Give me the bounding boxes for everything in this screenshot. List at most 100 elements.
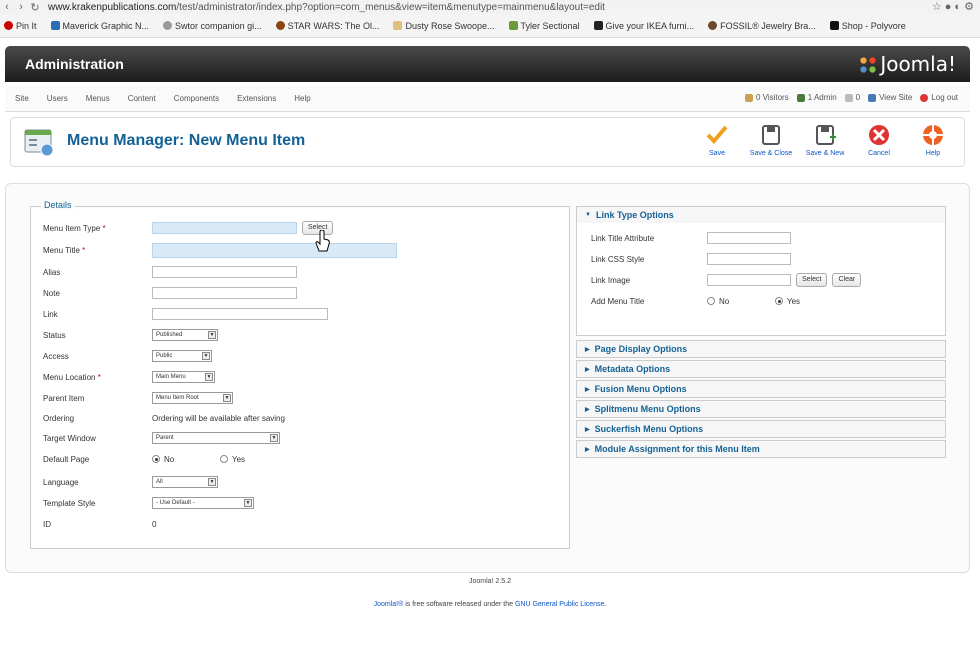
- add-menu-title-no[interactable]: No: [707, 296, 775, 306]
- page-title: Menu Manager: New Menu Item: [67, 132, 306, 149]
- help-button[interactable]: Help: [908, 124, 958, 157]
- link-image-clear-button[interactable]: Clear: [832, 273, 862, 287]
- star-icon[interactable]: ☆ ● ◐ ⚙: [932, 0, 974, 13]
- metadata-options-panel[interactable]: ▶ Metadata Options: [576, 360, 946, 378]
- bookmarks-bar: Pin It Maverick Graphic N... Swtor compa…: [0, 14, 980, 38]
- id-row: ID 0: [43, 519, 157, 529]
- messages-status[interactable]: 0: [844, 93, 860, 102]
- add-menu-title-row: Add Menu Title No Yes: [591, 296, 801, 307]
- bookmark-item[interactable]: FOSSIL® Jewelry Bra...: [708, 21, 816, 31]
- collapsed-triangle-icon: ▶: [585, 386, 590, 393]
- module-assignment-panel[interactable]: ▶ Module Assignment for this Menu Item: [576, 440, 946, 458]
- url-field[interactable]: www.krakenpublications.com/test/administ…: [48, 2, 605, 13]
- menu-site[interactable]: Site: [15, 94, 29, 103]
- logout-icon: [920, 93, 929, 102]
- menu-menus[interactable]: Menus: [86, 94, 110, 103]
- ordering-note: Ordering will be available after saving: [152, 413, 285, 423]
- bookmark-icon: [829, 21, 839, 30]
- admin-menubar: Site Users Menus Content Components Exte…: [5, 86, 970, 112]
- fusion-menu-options-panel[interactable]: ▶ Fusion Menu Options: [576, 380, 946, 398]
- parent-item-row: Parent Item Menu Item Root ▼: [43, 391, 233, 405]
- joomla-link[interactable]: Joomla!®: [374, 601, 404, 608]
- bookmark-item[interactable]: Pin It: [4, 21, 37, 31]
- menu-components[interactable]: Components: [174, 94, 219, 103]
- view-site-link[interactable]: View Site: [868, 93, 912, 102]
- suckerfish-options-panel[interactable]: ▶ Suckerfish Menu Options: [576, 420, 946, 438]
- id-value: 0: [152, 519, 157, 529]
- menu-content[interactable]: Content: [128, 94, 156, 103]
- note-row: Note: [43, 286, 297, 300]
- menu-users[interactable]: Users: [47, 94, 68, 103]
- back-icon[interactable]: ‹: [0, 1, 14, 13]
- template-style-select[interactable]: - Use Default - ▼: [152, 497, 254, 509]
- bookmark-item[interactable]: Swtor companion gi...: [163, 21, 262, 31]
- link-input[interactable]: [152, 308, 328, 320]
- link-css-style-input[interactable]: [707, 253, 791, 265]
- bookmark-item[interactable]: Give your IKEA furni...: [593, 21, 694, 31]
- menu-title-input[interactable]: [152, 242, 397, 258]
- chevron-down-icon: ▼: [223, 394, 231, 402]
- cancel-icon: [869, 125, 889, 145]
- menu-item-type-row: Menu Item Type * Select: [43, 221, 334, 235]
- reload-icon[interactable]: ↻: [28, 1, 42, 14]
- chevron-down-icon: ▼: [244, 499, 252, 507]
- logout-link[interactable]: Log out: [920, 93, 958, 102]
- access-select[interactable]: Public ▼: [152, 350, 212, 362]
- chevron-down-icon: ▼: [270, 434, 278, 442]
- bookmark-item[interactable]: Shop - Polyvore: [829, 21, 906, 31]
- alias-input[interactable]: [152, 266, 297, 278]
- language-select[interactable]: All ▼: [152, 476, 218, 488]
- gpl-link[interactable]: GNU General Public License: [515, 601, 605, 608]
- access-row: Access Public ▼: [43, 349, 212, 363]
- menu-location-select[interactable]: Main Menu ▼: [152, 371, 215, 383]
- bookmark-icon: [275, 21, 285, 30]
- chevron-down-icon: ▼: [208, 331, 216, 339]
- footer-license: Joomla!® is free software released under…: [373, 601, 607, 608]
- bookmark-icon: [163, 21, 173, 30]
- menu-location-row: Menu Location * Main Menu ▼: [43, 370, 215, 384]
- parent-item-select[interactable]: Menu Item Root ▼: [152, 392, 233, 404]
- link-image-select-button[interactable]: Select: [796, 273, 828, 287]
- bookmark-icon: [50, 21, 60, 30]
- save-button[interactable]: Save: [692, 124, 742, 157]
- link-title-attribute-input[interactable]: [707, 232, 791, 244]
- collapsed-triangle-icon: ▶: [585, 346, 590, 353]
- pinterest-icon: [4, 21, 13, 30]
- splitmenu-options-panel[interactable]: ▶ Splitmenu Menu Options: [576, 400, 946, 418]
- menu-extensions[interactable]: Extensions: [237, 94, 276, 103]
- view-site-icon: [868, 93, 877, 102]
- page-display-options-panel[interactable]: ▶ Page Display Options: [576, 340, 946, 358]
- save-close-button[interactable]: Save & Close: [746, 124, 796, 157]
- collapsed-triangle-icon: ▶: [585, 446, 590, 453]
- default-page-yes[interactable]: Yes: [220, 454, 245, 464]
- bookmark-item[interactable]: Tyler Sectional: [508, 21, 580, 31]
- bookmark-icon: [508, 21, 518, 30]
- forward-icon[interactable]: ›: [14, 1, 28, 13]
- bookmark-icon: [593, 21, 603, 30]
- bookmark-item[interactable]: STAR WARS: The Ol...: [275, 21, 379, 31]
- default-page-no[interactable]: No: [152, 454, 220, 464]
- add-menu-title-yes[interactable]: Yes: [775, 296, 800, 306]
- bookmark-item[interactable]: Dusty Rose Swoope...: [393, 21, 495, 31]
- menu-item-type-field[interactable]: [152, 222, 297, 234]
- visitors-status: 0 Visitors: [744, 93, 789, 102]
- bookmark-icon: [393, 21, 403, 30]
- link-image-input[interactable]: [707, 274, 791, 286]
- template-style-row: Template Style - Use Default - ▼: [43, 496, 254, 510]
- note-input[interactable]: [152, 287, 297, 299]
- mail-icon: [844, 93, 853, 102]
- default-page-row: Default Page No Yes: [43, 454, 246, 465]
- link-type-options-panel: ▼ Link Type Options Link Title Attribute …: [576, 206, 946, 336]
- bookmark-item[interactable]: Maverick Graphic N...: [50, 21, 149, 31]
- target-window-select[interactable]: Parent ▼: [152, 432, 280, 444]
- cancel-button[interactable]: Cancel: [854, 124, 904, 157]
- alias-row: Alias: [43, 265, 297, 279]
- chevron-down-icon: ▼: [205, 373, 213, 381]
- link-image-row: Link Image Select Clear: [591, 273, 862, 287]
- chevron-down-icon: ▼: [202, 352, 210, 360]
- link-type-options-header[interactable]: ▼ Link Type Options: [577, 207, 945, 223]
- save-new-button[interactable]: Save & New: [800, 124, 850, 157]
- menu-help[interactable]: Help: [294, 94, 310, 103]
- joomla-logo: Joomla!: [859, 52, 956, 76]
- status-select[interactable]: Published ▼: [152, 329, 218, 341]
